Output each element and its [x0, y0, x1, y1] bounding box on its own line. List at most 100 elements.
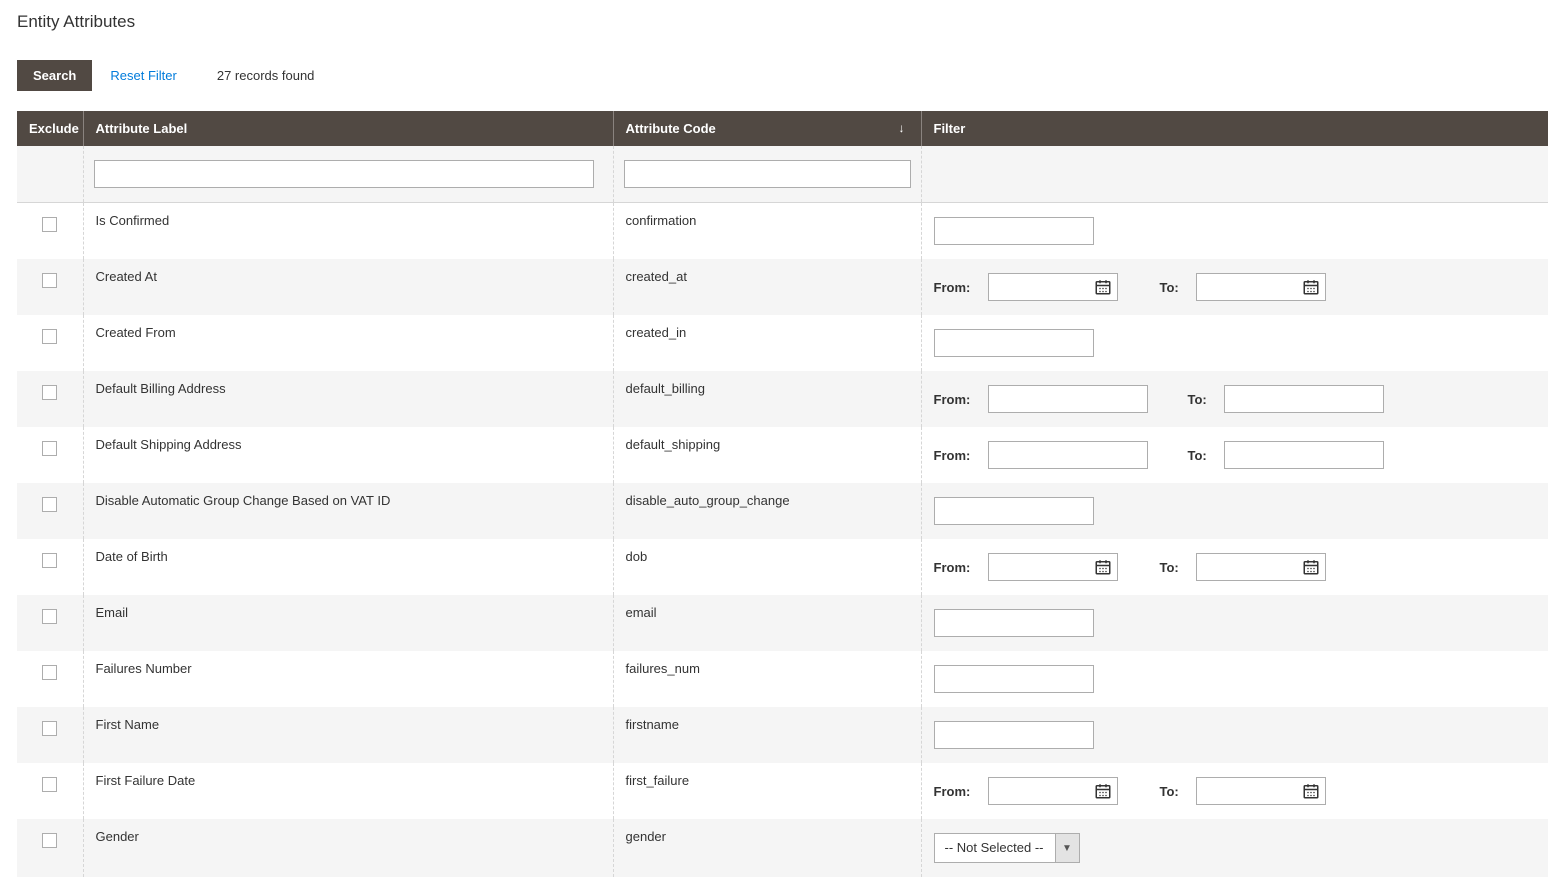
table-row: Emailemail: [17, 595, 1548, 651]
attribute-code-cell: created_in: [613, 315, 921, 371]
filter-from-input[interactable]: [988, 441, 1148, 469]
exclude-checkbox[interactable]: [42, 609, 57, 624]
exclude-checkbox[interactable]: [42, 441, 57, 456]
from-label: From:: [934, 448, 978, 463]
filter-code-input[interactable]: [624, 160, 911, 188]
table-row: Disable Automatic Group Change Based on …: [17, 483, 1548, 539]
filter-cell: From: To:: [921, 371, 1548, 427]
attribute-code-cell: first_failure: [613, 763, 921, 819]
chevron-down-icon[interactable]: ▼: [1055, 834, 1079, 862]
calendar-icon[interactable]: [1302, 782, 1320, 800]
exclude-checkbox[interactable]: [42, 553, 57, 568]
filter-cell: From: To:: [921, 259, 1548, 315]
filter-cell: From: To:: [921, 427, 1548, 483]
filter-text-input[interactable]: [934, 721, 1094, 749]
exclude-checkbox[interactable]: [42, 721, 57, 736]
to-label: To:: [1188, 448, 1214, 463]
filter-to-input[interactable]: [1224, 441, 1384, 469]
sort-ascending-icon: ↓: [899, 121, 905, 135]
filter-text-input[interactable]: [934, 665, 1094, 693]
attribute-code-cell: firstname: [613, 707, 921, 763]
exclude-checkbox[interactable]: [42, 665, 57, 680]
filter-text-input[interactable]: [934, 497, 1094, 525]
attribute-label-cell: Email: [83, 595, 613, 651]
filter-cell: -- Not Selected --▼: [921, 819, 1548, 877]
table-row: Default Shipping Addressdefault_shipping…: [17, 427, 1548, 483]
table-row: Created Fromcreated_in: [17, 315, 1548, 371]
table-row: Failures Numberfailures_num: [17, 651, 1548, 707]
col-header-code-text: Attribute Code: [626, 121, 716, 136]
table-row: Gendergender -- Not Selected --▼: [17, 819, 1548, 877]
attribute-label-cell: Created From: [83, 315, 613, 371]
filter-cell: [921, 595, 1548, 651]
exclude-checkbox[interactable]: [42, 329, 57, 344]
attribute-code-cell: default_billing: [613, 371, 921, 427]
to-label: To:: [1160, 280, 1186, 295]
toolbar: Search Reset Filter 27 records found: [17, 60, 1548, 91]
col-header-filter[interactable]: Filter: [921, 111, 1548, 146]
table-row: First Failure Datefirst_failure From: To:: [17, 763, 1548, 819]
to-label: To:: [1160, 784, 1186, 799]
calendar-icon[interactable]: [1094, 782, 1112, 800]
filter-text-input[interactable]: [934, 329, 1094, 357]
calendar-icon[interactable]: [1302, 558, 1320, 576]
filter-cell: [921, 483, 1548, 539]
to-label: To:: [1160, 560, 1186, 575]
attribute-code-cell: email: [613, 595, 921, 651]
from-label: From:: [934, 784, 978, 799]
exclude-checkbox[interactable]: [42, 273, 57, 288]
attribute-label-cell: Failures Number: [83, 651, 613, 707]
calendar-icon[interactable]: [1302, 278, 1320, 296]
col-header-exclude[interactable]: Exclude: [17, 111, 83, 146]
col-header-code[interactable]: Attribute Code ↓: [613, 111, 921, 146]
filter-cell: [921, 707, 1548, 763]
attribute-code-cell: default_shipping: [613, 427, 921, 483]
exclude-checkbox[interactable]: [42, 497, 57, 512]
filter-text-input[interactable]: [934, 217, 1094, 245]
attribute-code-cell: dob: [613, 539, 921, 595]
table-row: Created Atcreated_at From: To:: [17, 259, 1548, 315]
attribute-code-cell: confirmation: [613, 203, 921, 260]
attribute-label-cell: Disable Automatic Group Change Based on …: [83, 483, 613, 539]
table-row: Is Confirmedconfirmation: [17, 203, 1548, 260]
reset-filter-link[interactable]: Reset Filter: [110, 68, 176, 83]
exclude-checkbox[interactable]: [42, 217, 57, 232]
attribute-label-cell: Default Billing Address: [83, 371, 613, 427]
from-label: From:: [934, 392, 978, 407]
records-found-label: 27 records found: [217, 68, 315, 83]
attribute-label-cell: Created At: [83, 259, 613, 315]
filter-row: [17, 146, 1548, 203]
page-title: Entity Attributes: [17, 12, 1548, 32]
search-button[interactable]: Search: [17, 60, 92, 91]
attribute-label-cell: Default Shipping Address: [83, 427, 613, 483]
from-label: From:: [934, 280, 978, 295]
attribute-label-cell: Gender: [83, 819, 613, 877]
table-row: First Namefirstname: [17, 707, 1548, 763]
attribute-code-cell: gender: [613, 819, 921, 877]
filter-cell: From: To:: [921, 763, 1548, 819]
from-label: From:: [934, 560, 978, 575]
filter-from-input[interactable]: [988, 385, 1148, 413]
attribute-code-cell: created_at: [613, 259, 921, 315]
exclude-checkbox[interactable]: [42, 833, 57, 848]
calendar-icon[interactable]: [1094, 558, 1112, 576]
attribute-label-cell: Date of Birth: [83, 539, 613, 595]
exclude-checkbox[interactable]: [42, 777, 57, 792]
calendar-icon[interactable]: [1094, 278, 1112, 296]
attribute-label-cell: Is Confirmed: [83, 203, 613, 260]
filter-to-input[interactable]: [1224, 385, 1384, 413]
filter-cell: [921, 315, 1548, 371]
filter-cell: [921, 203, 1548, 260]
attribute-label-cell: First Failure Date: [83, 763, 613, 819]
filter-cell: [921, 651, 1548, 707]
exclude-checkbox[interactable]: [42, 385, 57, 400]
filter-cell: From: To:: [921, 539, 1548, 595]
filter-select-value: -- Not Selected --: [935, 834, 1055, 862]
attribute-code-cell: failures_num: [613, 651, 921, 707]
filter-label-input[interactable]: [94, 160, 594, 188]
col-header-label[interactable]: Attribute Label: [83, 111, 613, 146]
to-label: To:: [1188, 392, 1214, 407]
attribute-label-cell: First Name: [83, 707, 613, 763]
filter-select[interactable]: -- Not Selected --▼: [934, 833, 1080, 863]
filter-text-input[interactable]: [934, 609, 1094, 637]
